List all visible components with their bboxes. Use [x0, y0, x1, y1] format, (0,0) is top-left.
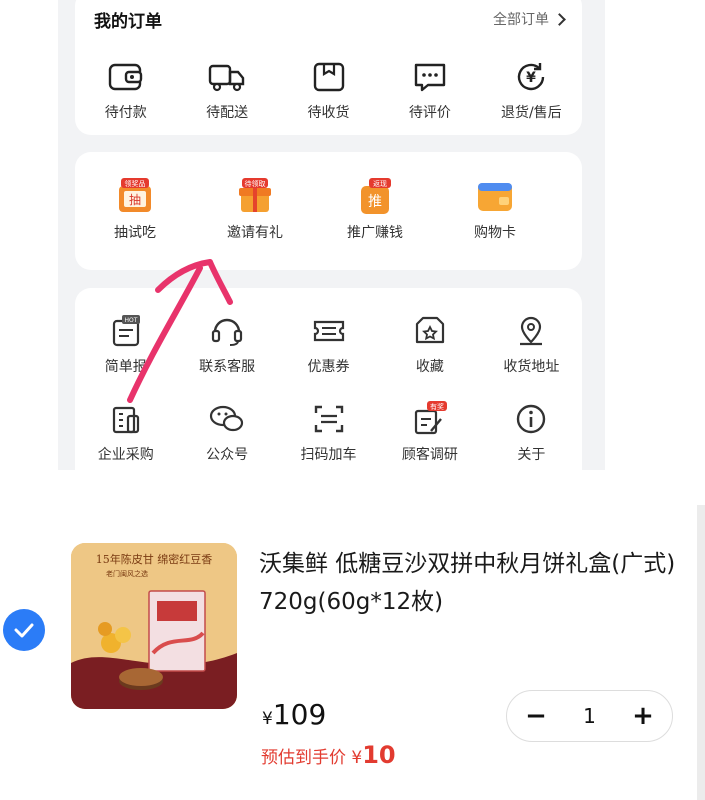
wechat-icon [207, 400, 247, 438]
promote-icon: 推 返现 [355, 178, 395, 216]
scroll-edge [697, 505, 705, 800]
tool-simple-report[interactable]: HOT 简单报 [75, 312, 176, 376]
tool-official-account[interactable]: 公众号 [176, 400, 277, 464]
promo-badge: 返现 [373, 180, 387, 188]
order-pending-review[interactable]: 待评价 [379, 58, 480, 122]
tool-label: 扫码加车 [300, 447, 357, 463]
svg-text:¥: ¥ [526, 70, 536, 86]
promo-badge: 领奖品 [125, 179, 146, 188]
chevron-right-icon [553, 12, 566, 26]
my-orders-card: 我的订单 全部订单 待付款 待配送 待收货 待评价 ¥ 退货/售后 [75, 0, 582, 135]
tool-label: 关于 [517, 447, 546, 463]
tool-label: 公众号 [206, 447, 249, 463]
tool-coupons[interactable]: 优惠券 [278, 312, 379, 376]
wallet-icon [106, 58, 146, 96]
scan-icon [309, 400, 349, 438]
quantity-stepper: − 1 + [506, 690, 673, 742]
increase-button[interactable]: + [628, 701, 658, 731]
tool-label: 简单报 [104, 359, 147, 375]
tool-label: 收货地址 [503, 359, 560, 375]
product-price: ¥109 [262, 698, 326, 731]
estimate-value: 10 [362, 741, 396, 769]
hot-report-icon: HOT [106, 312, 146, 350]
headset-icon [207, 312, 247, 350]
all-orders-link[interactable]: 全部订单 [493, 9, 566, 29]
promo-affiliate[interactable]: 推 返现 推广赚钱 [315, 178, 435, 242]
package-icon [309, 58, 349, 96]
account-panel: 我的订单 全部订单 待付款 待配送 待收货 待评价 ¥ 退货/售后 抽 领奖品 … [58, 0, 605, 470]
orders-title: 我的订单 [94, 11, 162, 32]
tool-about[interactable]: 关于 [481, 400, 582, 464]
enterprise-icon [106, 400, 146, 438]
promotions-card: 抽 领奖品 抽试吃 待领取 邀请有礼 推 返现 推广赚钱 购物卡 [75, 152, 582, 270]
truck-icon [207, 58, 247, 96]
promo-label: 推广赚钱 [347, 225, 403, 241]
card-icon [475, 178, 515, 216]
order-pending-payment[interactable]: 待付款 [75, 58, 176, 122]
tool-label: 收藏 [415, 359, 444, 375]
survey-icon: 有奖 [410, 400, 450, 438]
tool-favorites[interactable]: 收藏 [379, 312, 480, 376]
tool-label: 联系客服 [199, 359, 256, 375]
price-value: 109 [272, 698, 327, 731]
tool-label: 企业采购 [97, 447, 154, 463]
order-item-label: 待付款 [104, 105, 147, 121]
svg-text:有奖: 有奖 [430, 402, 444, 411]
svg-text:老门闽风之选: 老门闽风之选 [106, 569, 148, 578]
refund-icon: ¥ [511, 58, 551, 96]
tool-customer-service[interactable]: 联系客服 [176, 312, 277, 376]
coupon-icon [309, 312, 349, 350]
tool-addresses[interactable]: 收货地址 [481, 312, 582, 376]
cart-item: 15年陈皮甘 绵密红豆香 老门闽风之选 沃集鲜 低糖豆沙双拼中秋月饼礼盒(广式)… [0, 505, 705, 800]
info-icon [511, 400, 551, 438]
promo-trial-draw[interactable]: 抽领奖品 抽试吃 [75, 178, 195, 242]
order-pending-receipt[interactable]: 待收货 [278, 58, 379, 122]
location-icon [511, 312, 551, 350]
svg-text:抽: 抽 [129, 193, 141, 207]
checkmark-icon [14, 623, 34, 638]
price-currency: ¥ [262, 709, 273, 729]
all-orders-label: 全部订单 [493, 12, 549, 28]
item-select-checkbox[interactable] [3, 609, 45, 651]
svg-text:15年陈皮甘 绵密红豆香: 15年陈皮甘 绵密红豆香 [96, 552, 213, 566]
tool-label: 顾客调研 [401, 447, 458, 463]
estimate-currency: ¥ [351, 748, 363, 768]
favorite-icon [410, 312, 450, 350]
tool-label: 优惠券 [307, 359, 350, 375]
promo-invite-gift[interactable]: 待领取 邀请有礼 [195, 178, 315, 242]
tool-enterprise-purchase[interactable]: 企业采购 [75, 400, 176, 464]
svg-text:HOT: HOT [124, 317, 137, 324]
draw-icon: 抽领奖品 [115, 178, 155, 216]
gift-icon: 待领取 [235, 178, 275, 216]
promo-label: 邀请有礼 [227, 225, 283, 241]
promo-gift-card[interactable]: 购物卡 [435, 178, 555, 242]
estimated-price: 预估到手价 ¥10 [261, 741, 396, 769]
order-item-label: 待评价 [408, 105, 451, 121]
order-item-label: 待收货 [307, 105, 350, 121]
order-item-label: 退货/售后 [500, 105, 562, 121]
estimate-label: 预估到手价 [261, 748, 346, 768]
product-title[interactable]: 沃集鲜 低糖豆沙双拼中秋月饼礼盒(广式) 720g(60g*12枚) [259, 545, 679, 621]
product-thumbnail[interactable]: 15年陈皮甘 绵密红豆香 老门闽风之选 [71, 543, 237, 709]
promo-label: 抽试吃 [114, 225, 156, 241]
order-pending-delivery[interactable]: 待配送 [176, 58, 277, 122]
tool-scan-to-cart[interactable]: 扫码加车 [278, 400, 379, 464]
decrease-button[interactable]: − [521, 701, 551, 731]
tools-card: HOT 简单报 联系客服 优惠券 收藏 收货地址 企业采购 公众号 扫码加车 有… [75, 288, 582, 470]
order-item-label: 待配送 [206, 105, 249, 121]
chat-bubble-icon [410, 58, 450, 96]
order-refund[interactable]: ¥ 退货/售后 [481, 58, 582, 122]
svg-text:推: 推 [368, 194, 382, 210]
quantity-value[interactable]: 1 [583, 704, 596, 728]
mooncake-gift-box-image: 15年陈皮甘 绵密红豆香 老门闽风之选 [71, 543, 237, 709]
promo-label: 购物卡 [474, 225, 516, 241]
promo-badge: 待领取 [245, 179, 266, 188]
tool-customer-survey[interactable]: 有奖 顾客调研 [379, 400, 480, 464]
